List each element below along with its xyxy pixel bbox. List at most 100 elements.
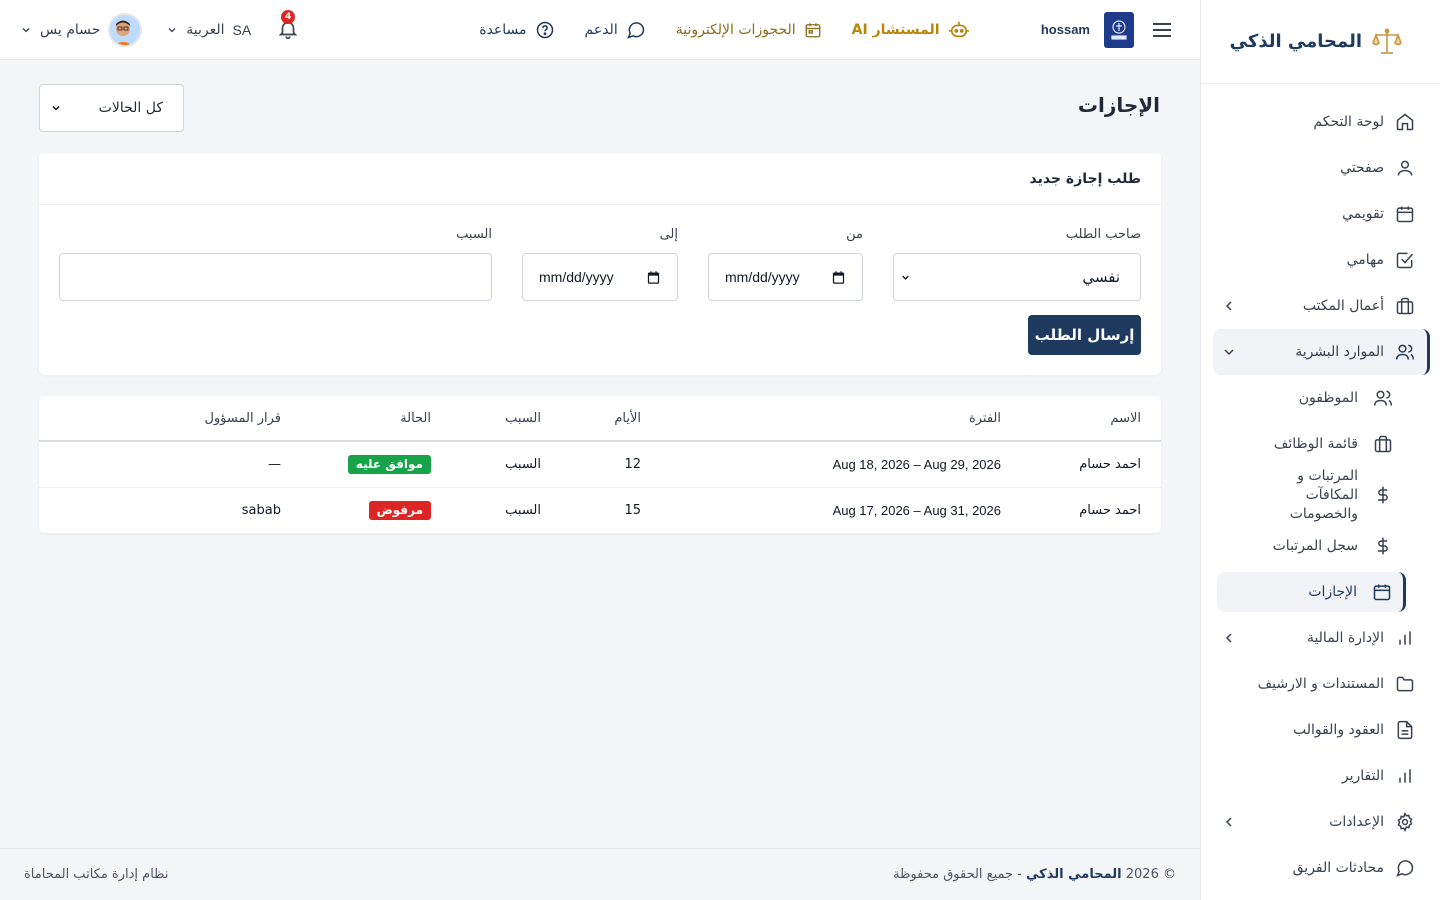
briefcase-icon <box>1394 295 1416 317</box>
sidebar: المحامي الذكي لوحة التحكم صفحتي تقويمي م… <box>1200 0 1440 900</box>
submit-request-button[interactable]: إرسال الطلب <box>1028 315 1141 355</box>
user-name: حسام يس <box>40 21 101 38</box>
status-badge: موافق عليه <box>347 454 431 474</box>
table-header-row: الاسم الفترة الأيام السبب الحالة قرار ال… <box>39 396 1161 442</box>
help-link[interactable]: مساعدة <box>479 20 554 40</box>
sidebar-subitem-leaves[interactable]: الإجازات <box>1217 572 1406 612</box>
users-icon <box>1394 341 1416 363</box>
sidebar-item-dashboard[interactable]: لوحة التحكم <box>1201 99 1440 145</box>
requester-label: صاحب الطلب <box>1065 227 1141 242</box>
table-row[interactable]: احمد حسام Aug 17, 2026 – Aug 31, 2026 15… <box>39 487 1161 533</box>
ai-advisor-label: المستشار AI <box>851 21 940 38</box>
org-name[interactable]: hossam <box>1041 22 1090 37</box>
page-title: الإجازات <box>1077 93 1160 117</box>
sidebar-item-label: التقارير <box>1341 768 1384 784</box>
notifications-bell[interactable]: 4 <box>275 9 299 42</box>
sidebar-item-contracts[interactable]: العقود والقوالب <box>1201 707 1440 753</box>
chevron-left-icon <box>1221 298 1237 314</box>
help-label: مساعدة <box>479 21 527 38</box>
copyright-prefix: © 2026 <box>1125 867 1176 882</box>
sidebar-subitem-label: الموظفون <box>1298 389 1358 406</box>
sidebar-item-label: المستندات و الارشيف <box>1257 676 1384 692</box>
ai-advisor-link[interactable]: المستشار AI <box>852 20 970 40</box>
sidebar-subitem-jobs[interactable]: قائمة الوظائف <box>1201 421 1440 467</box>
sidebar-item-label: الإدارة المالية <box>1306 630 1384 646</box>
calendar-icon <box>1394 203 1416 225</box>
to-date-input[interactable]: mm/dd/yyyy <box>522 253 678 301</box>
chevron-down-icon <box>50 102 62 114</box>
col-decision: قرار المسؤول <box>39 396 281 442</box>
chevron-down-icon <box>166 24 178 36</box>
col-days: الأيام <box>541 396 681 442</box>
brand[interactable]: المحامي الذكي <box>1201 0 1440 84</box>
topbar-left-group: 4 SA العربية حسام يس <box>20 9 299 47</box>
gear-icon <box>1394 811 1416 833</box>
sidebar-subitem-label: المرتبات و المكافآت والخصومات <box>1289 467 1358 522</box>
from-date-placeholder: mm/dd/yyyy <box>725 269 800 285</box>
brand-title: المحامي الذكي <box>1229 31 1362 52</box>
avatar <box>108 12 143 47</box>
bookings-label: الحجوزات الإلكترونية <box>675 21 796 38</box>
status-badge: مرفوض <box>368 500 431 520</box>
status-filter-select[interactable]: كل الحالات <box>39 84 184 132</box>
sidebar-item-office[interactable]: أعمال المكتب <box>1201 283 1440 329</box>
copyright-brand: المحامي الذكي <box>1026 867 1122 882</box>
sidebar-item-finance[interactable]: الإدارة المالية <box>1201 615 1440 661</box>
robot-icon <box>948 20 970 40</box>
menu-icon[interactable] <box>1148 16 1176 44</box>
org-logo-icon <box>1104 11 1134 48</box>
sidebar-item-profile[interactable]: صفحتي <box>1201 145 1440 191</box>
sidebar-item-label: صفحتي <box>1340 160 1384 176</box>
to-label: إلى <box>659 227 678 242</box>
reason-input[interactable] <box>59 253 492 301</box>
sidebar-item-tasks[interactable]: مهامي <box>1201 237 1440 283</box>
to-date-placeholder: mm/dd/yyyy <box>539 269 614 285</box>
main-content: الإجازات كل الحالات طلب إجازة جديد صاحب … <box>0 60 1200 848</box>
cell-days: 12 <box>541 441 681 488</box>
sidebar-item-label: تقويمي <box>1342 206 1384 222</box>
sidebar-subitem-employees[interactable]: الموظفون <box>1201 375 1440 421</box>
calendar-icon <box>804 21 822 39</box>
sidebar-subitem-label: سجل المرتبات <box>1272 537 1358 554</box>
table-row[interactable]: احمد حسام Aug 18, 2026 – Aug 29, 2026 12… <box>39 441 1161 488</box>
language-selector[interactable]: SA العربية <box>166 22 251 38</box>
leave-request-card: طلب إجازة جديد صاحب الطلب نفسي من mm/dd/… <box>39 153 1161 375</box>
requester-value: نفسي <box>1082 268 1120 286</box>
home-icon <box>1394 111 1416 133</box>
cell-decision: — <box>39 441 281 488</box>
col-period: الفترة <box>681 396 1001 442</box>
sidebar-item-label: محادثات الفريق <box>1292 860 1384 876</box>
cell-status: موافق عليه <box>281 441 431 488</box>
sidebar-item-label: مهامي <box>1346 252 1384 268</box>
sidebar-item-calendar[interactable]: تقويمي <box>1201 191 1440 237</box>
calendar-icon <box>831 270 846 285</box>
chat-icon <box>1394 857 1416 879</box>
leaves-table-card: الاسم الفترة الأيام السبب الحالة قرار ال… <box>39 396 1161 533</box>
support-link[interactable]: الدعم <box>585 20 646 40</box>
copyright-suffix: - جميع الحقوق محفوظة <box>893 867 1022 882</box>
cell-decision: sabab <box>241 502 281 518</box>
from-date-input[interactable]: mm/dd/yyyy <box>708 253 863 301</box>
sidebar-item-label: الإعدادات <box>1329 814 1384 830</box>
cell-status: مرفوض <box>281 487 431 533</box>
leave-request-title: طلب إجازة جديد <box>39 153 1161 205</box>
support-label: الدعم <box>584 21 618 38</box>
copyright: © 2026 المحامي الذكي - جميع الحقوق محفوظ… <box>893 867 1176 882</box>
sidebar-item-label: أعمال المكتب <box>1302 298 1384 314</box>
sidebar-subitem-payroll[interactable]: سجل المرتبات <box>1201 523 1440 569</box>
sidebar-item-reports[interactable]: التقارير <box>1201 753 1440 799</box>
requester-select[interactable]: نفسي <box>893 253 1141 301</box>
sidebar-item-settings[interactable]: الإعدادات <box>1201 799 1440 845</box>
sidebar-item-documents[interactable]: المستندات و الارشيف <box>1201 661 1440 707</box>
dollar-icon <box>1372 535 1394 557</box>
sidebar-item-team-chat[interactable]: محادثات الفريق <box>1201 845 1440 891</box>
help-circle-icon <box>535 20 555 40</box>
topbar-right-group: hossam <box>1041 11 1180 48</box>
sidebar-item-hr[interactable]: الموارد البشرية <box>1213 329 1430 375</box>
bookings-link[interactable]: الحجوزات الإلكترونية <box>676 21 822 39</box>
cell-name: احمد حسام <box>1001 441 1161 488</box>
calendar-icon <box>646 270 661 285</box>
sidebar-subitem-salaries[interactable]: المرتبات و المكافآت والخصومات <box>1201 467 1440 523</box>
user-menu[interactable]: حسام يس <box>20 12 143 47</box>
col-status: الحالة <box>281 396 431 442</box>
